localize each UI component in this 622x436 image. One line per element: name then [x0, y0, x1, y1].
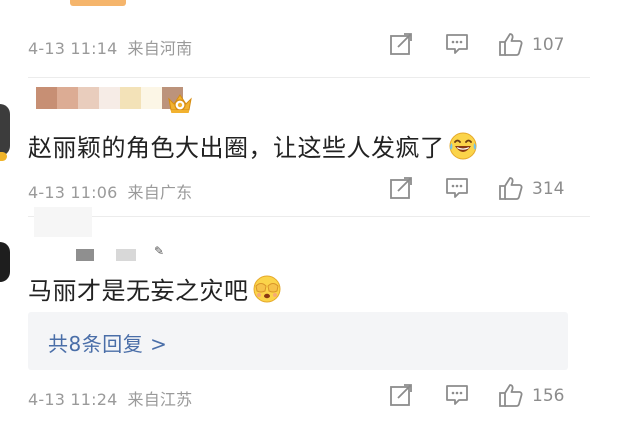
comment-2-footer: 4-13 11:06 来自广东 314 — [0, 174, 622, 204]
like-count: 314 — [532, 179, 565, 199]
crown-icon — [166, 91, 194, 115]
comment-meta: 4-13 11:06 来自广东 — [28, 179, 192, 203]
comment-time: 4-13 11:14 — [28, 39, 118, 58]
comment-body: 马丽才是无妄之灾吧 — [28, 271, 282, 306]
cover-face-emoji — [252, 274, 282, 304]
comment-text: 马丽才是无妄之灾吧 — [28, 277, 249, 305]
comment-body: 赵丽颖的角色大出圈，让这些人发疯了 — [28, 128, 478, 163]
like-count: 156 — [532, 386, 565, 406]
thumb-up-icon[interactable] — [498, 31, 524, 57]
divider — [28, 77, 590, 78]
comment-location: 来自广东 — [127, 183, 193, 202]
comment-meta: 4-13 11:24 来自江苏 — [28, 386, 192, 410]
avatar-badge — [0, 152, 7, 161]
comment-meta: 4-13 11:14 来自河南 — [28, 35, 192, 59]
edit-mark-icon: ✎ — [154, 244, 165, 258]
top-accent-bar — [70, 0, 126, 6]
username-obscured[interactable] — [36, 87, 183, 109]
like-count: 107 — [532, 35, 565, 55]
laugh-tears-emoji — [448, 131, 478, 161]
obscured-text — [116, 249, 136, 261]
comment-icon[interactable] — [444, 382, 470, 408]
comment-time: 4-13 11:06 — [28, 183, 118, 202]
comment-3-footer: 4-13 11:24 来自江苏 156 — [0, 381, 622, 411]
obscured-text — [76, 249, 94, 261]
comment-time: 4-13 11:24 — [28, 390, 118, 409]
comment-text: 赵丽颖的角色大出圈，让这些人发疯了 — [28, 134, 445, 162]
share-icon[interactable] — [388, 175, 414, 201]
thumb-up-icon[interactable] — [498, 382, 524, 408]
comment-location: 来自江苏 — [127, 390, 193, 409]
comment-icon[interactable] — [444, 175, 470, 201]
comment-1-footer: 4-13 11:14 来自河南 107 — [0, 30, 622, 60]
thumb-up-icon[interactable] — [498, 175, 524, 201]
comment-location: 来自河南 — [127, 39, 193, 58]
share-icon[interactable] — [388, 382, 414, 408]
share-icon[interactable] — [388, 31, 414, 57]
avatar[interactable] — [0, 104, 10, 156]
divider — [28, 216, 590, 217]
replies-panel[interactable]: 共8条回复 > — [28, 312, 568, 370]
view-replies-link[interactable]: 共8条回复 > — [48, 328, 167, 357]
comment-icon[interactable] — [444, 31, 470, 57]
username-obscured[interactable] — [34, 207, 92, 237]
avatar[interactable] — [0, 242, 10, 282]
